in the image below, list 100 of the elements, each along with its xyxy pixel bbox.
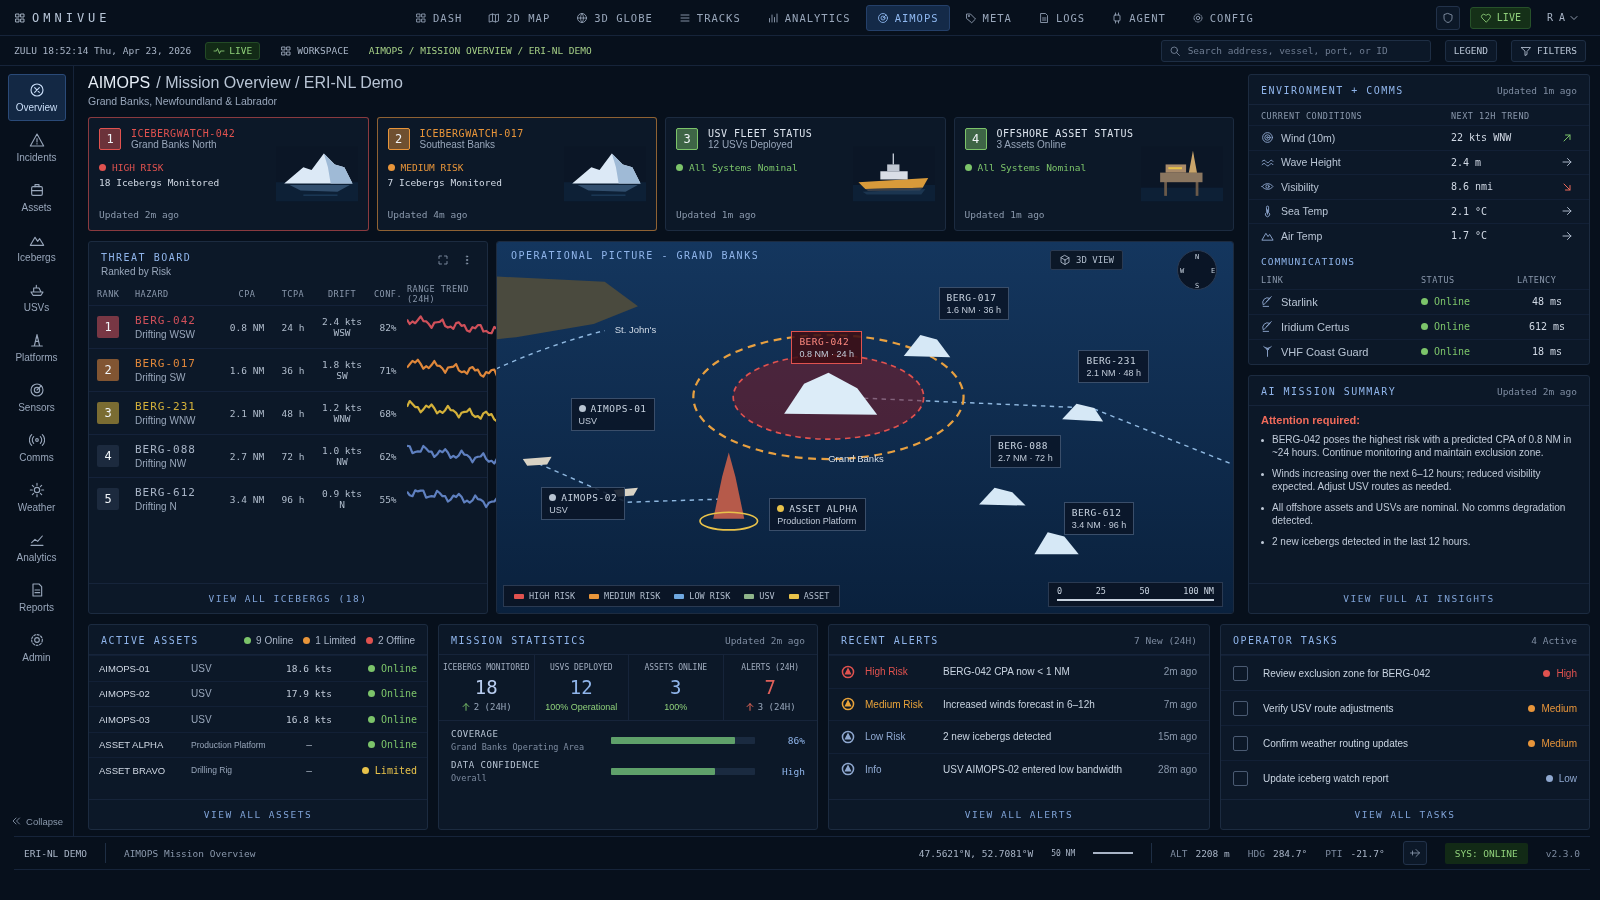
map-marker-label[interactable]: BERG-017 1.6 NM · 36 h (938, 286, 1010, 320)
rank-badge: 4 (97, 445, 119, 467)
radar-icon (876, 11, 889, 24)
expand-button[interactable] (435, 252, 451, 268)
nav-tab[interactable]: AGENT (1100, 4, 1177, 31)
view-all-link[interactable]: VIEW ALL ICEBERGS (18) (202, 592, 374, 605)
legend-button[interactable]: LEGEND (1444, 39, 1497, 62)
sidebar-item[interactable]: Overview (7, 74, 66, 121)
table-cell-text: 96 h (280, 493, 306, 505)
collapse-button[interactable]: Collapse (4, 814, 69, 828)
nav-tab[interactable]: TRACKS (667, 4, 752, 31)
scale-label: 100 NM (1183, 586, 1214, 596)
sidebar-item[interactable]: Weather (7, 474, 66, 521)
marker-detail: 2.1 NM · 48 h (1086, 367, 1141, 378)
view-all-link[interactable]: VIEW ALL ALERTS (958, 808, 1080, 821)
scale-line (1093, 852, 1134, 854)
nav-tab[interactable]: META (953, 4, 1023, 31)
map-marker-label[interactable]: AIMOPS-01 USV (570, 397, 655, 431)
stat-value: 7 (764, 676, 776, 698)
nav-tab[interactable]: ANALYTICS (755, 4, 862, 31)
3d-view-button[interactable]: 3D VIEW (1050, 250, 1123, 270)
view-all-link[interactable]: VIEW ALL TASKS (1348, 808, 1462, 821)
live-button[interactable]: LIVE (1469, 6, 1531, 29)
status-card[interactable]: 2 ICEBERGWATCH-017 Southeast Banks MEDIUM RISK 7 Icebergs Monitored Updated 4m ago (376, 117, 657, 231)
nav-tab[interactable]: LOGS (1026, 4, 1097, 31)
status-card[interactable]: 1 ICEBERGWATCH-042 Grand Banks North HIGH RISK 18 Icebergs Monitored Updated 2m ago (88, 117, 369, 231)
map-marker-label[interactable]: BERG-042 0.8 NM · 24 h (791, 331, 862, 365)
heart-icon (1479, 11, 1492, 24)
rank-badge: 2 (387, 128, 410, 150)
map-marker-label[interactable]: BERG-088 2.7 NM · 72 h (990, 434, 1061, 468)
card-detail: 18 Icebergs Monitored (99, 177, 221, 188)
link-name: Iridium Certus (1281, 320, 1350, 333)
task-checkbox[interactable] (1233, 700, 1248, 716)
nav-tab[interactable]: 2D MAP (477, 4, 562, 31)
status-card[interactable]: 4 OFFSHORE ASSET STATUS 3 Assets Online All Systems Nominal Updated 1m ago (953, 117, 1234, 231)
asset-type: Drilling Rig (191, 765, 234, 776)
antenna-icon (1261, 345, 1274, 358)
nav-tab[interactable]: AIMOPS (865, 4, 950, 31)
status-card[interactable]: 3 USV FLEET STATUS 12 USVs Deployed All Systems Nominal Updated 1m ago (665, 117, 946, 231)
grid-icon (280, 44, 293, 57)
place-label: Grand Banks (828, 453, 884, 465)
sidebar-item[interactable]: Sensors (7, 374, 66, 421)
task-checkbox[interactable] (1233, 735, 1248, 751)
condition-label: Air Temp (1281, 229, 1323, 242)
arrow-button[interactable] (1402, 841, 1427, 865)
sidebar-item[interactable]: Assets (7, 174, 66, 221)
status-label: All Systems Nominal (977, 162, 1087, 173)
marker-detail: 1.6 NM · 36 h (946, 304, 1002, 315)
asset-speed: 16.8 kts (285, 713, 333, 725)
card-subtitle: 12 USVs Deployed (708, 139, 794, 150)
updated-time: Updated 1m ago (964, 209, 1046, 220)
latency-value: 18 ms (1530, 346, 1564, 357)
task-checkbox[interactable] (1233, 665, 1248, 681)
view-all-link[interactable]: VIEW ALL ASSETS (197, 808, 319, 821)
summary-item: BERG-042 poses the highest risk with a predicted CPA of 0.8 NM in ~24 hours. Continue monitoring and maintain exclusion zone. (1272, 432, 1573, 460)
marker-detail: 0.8 NM · 24 h (799, 349, 854, 360)
stat-change: 3 (24H) (757, 702, 796, 712)
task-text: Confirm weather routing updates (1263, 737, 1410, 749)
status-count: 2 Offline (377, 635, 415, 646)
status-label: Online (380, 688, 417, 700)
nav-tab[interactable]: DASH (404, 4, 474, 31)
card-title: OFFSHORE ASSET STATUS (996, 128, 1134, 139)
marker-detail: 2.7 NM · 72 h (998, 452, 1053, 463)
table-cell-text: 71% (378, 364, 398, 376)
filters-button[interactable]: FILTERS (1510, 39, 1586, 62)
rings-icon (1261, 131, 1274, 145)
sidebar-item[interactable]: Analytics (7, 524, 66, 571)
map-marker-label[interactable]: ASSET ALPHA Production Platform (769, 498, 866, 531)
map-marker-label[interactable]: BERG-231 2.1 NM · 48 h (1078, 349, 1149, 383)
sidebar-item[interactable]: Icebergs (7, 224, 66, 271)
crossed-circle-icon (28, 82, 45, 98)
sidebar-item[interactable]: Comms (7, 424, 66, 471)
asset-type: USV (191, 713, 213, 725)
user-menu[interactable]: R A (1540, 10, 1586, 25)
map-marker-label[interactable]: BERG-612 3.4 NM · 96 h (1063, 501, 1135, 535)
sidebar-item[interactable]: Platforms (7, 324, 66, 371)
stat-label: USVS DEPLOYED (549, 663, 613, 672)
marker-name: AIMOPS-01 (590, 402, 647, 414)
nav-tab[interactable]: CONFIG (1180, 4, 1265, 31)
nav-tab[interactable]: 3D GLOBE (565, 4, 664, 31)
globe-icon (576, 11, 589, 24)
sidebar-item[interactable]: Admin (7, 624, 66, 671)
search-field[interactable]: Search address, vessel, port, or ID (1160, 39, 1431, 62)
task-checkbox[interactable] (1233, 770, 1248, 786)
section-header: NEXT 12H TREND (1451, 111, 1531, 121)
task-text: Update iceberg watch report (1263, 772, 1390, 784)
attention-heading: Attention required: (1260, 412, 1361, 428)
insights-link[interactable]: VIEW FULL AI INSIGHTS (1337, 592, 1501, 605)
hazard-name: BERG-231 (135, 400, 197, 413)
rank-badge: 1 (97, 316, 119, 338)
condition-value: 2.1 °C (1451, 205, 1489, 217)
stat-note: 100% Operational (545, 702, 618, 712)
workspace-button[interactable]: WORKSPACE (274, 43, 355, 58)
page-path: / Mission Overview / ERI-NL Demo (156, 74, 403, 92)
sidebar-item[interactable]: Reports (7, 574, 66, 621)
map-marker-label[interactable]: AIMOPS-02 USV (541, 486, 626, 520)
shield-button[interactable] (1435, 5, 1460, 30)
sidebar-item[interactable]: USVs (7, 274, 66, 321)
sidebar-item[interactable]: Incidents (7, 124, 66, 171)
table-cell-text: 55% (378, 493, 398, 505)
